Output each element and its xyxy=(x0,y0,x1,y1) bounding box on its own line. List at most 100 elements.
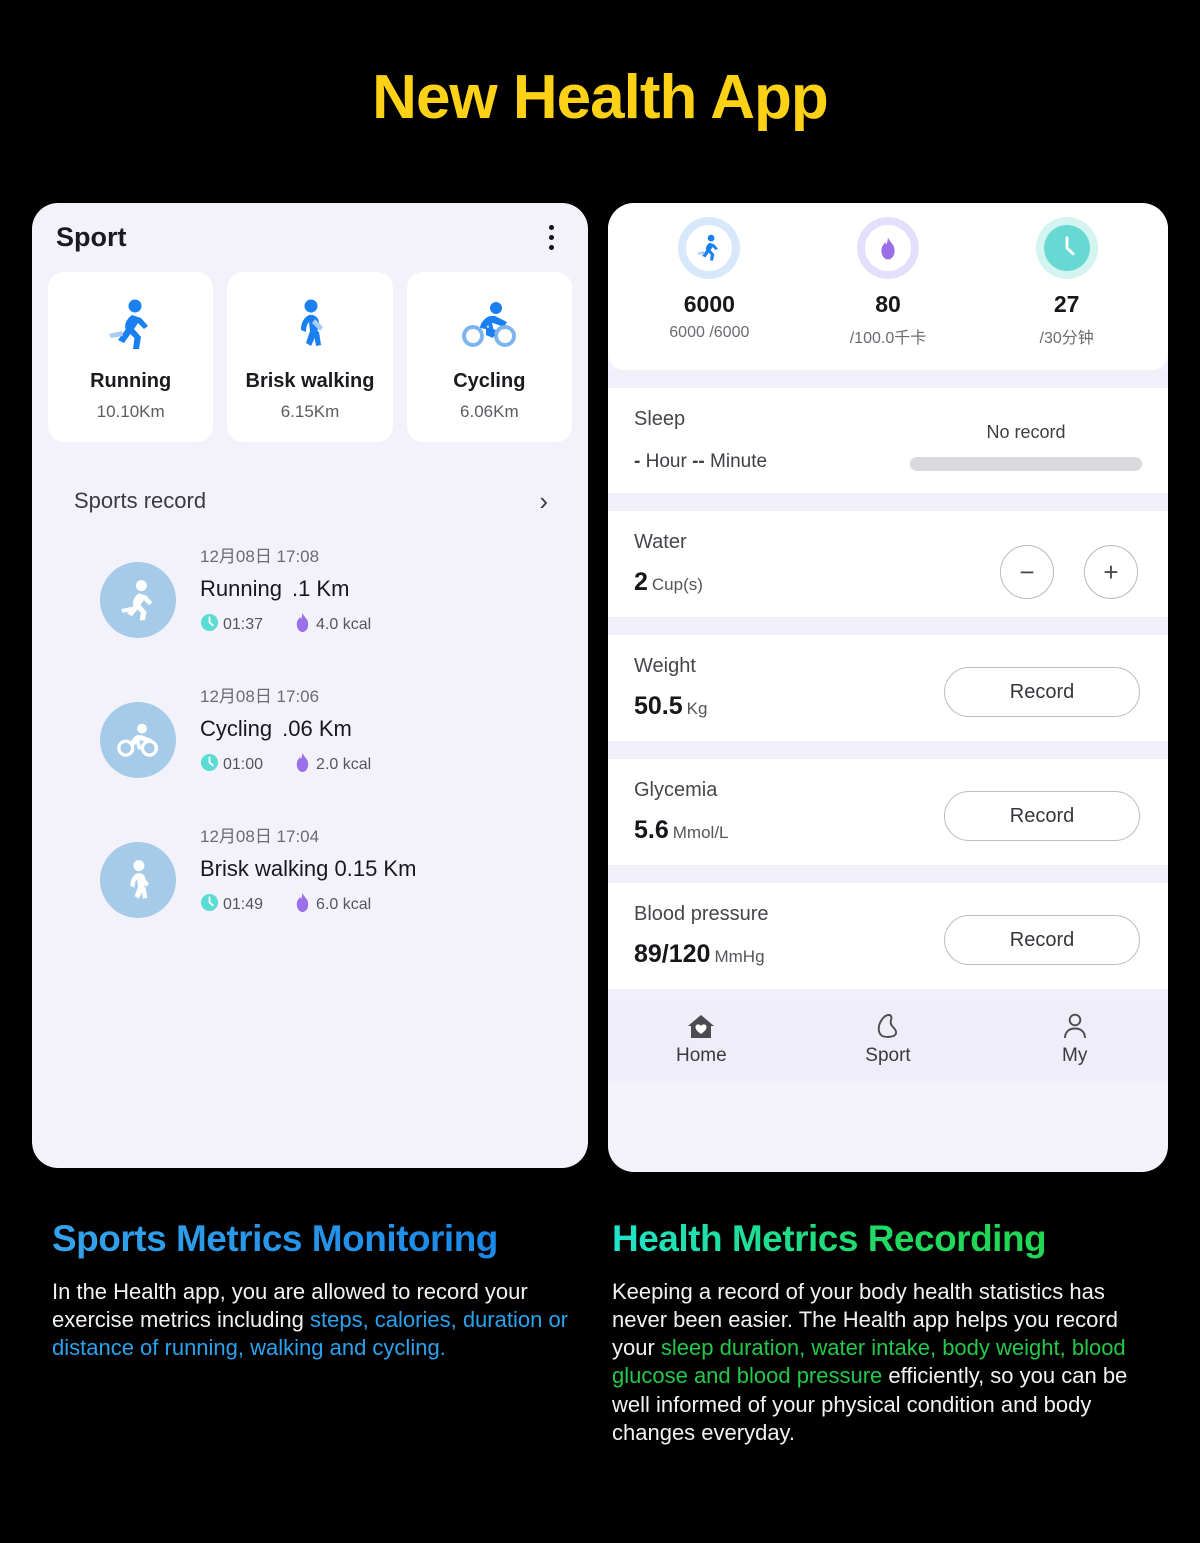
record-row[interactable]: 12月08日 17:04 Brisk walking 0.15 Km 01:49 xyxy=(32,820,588,918)
sleep-label: Sleep xyxy=(634,408,686,430)
weight-record-button[interactable]: Record xyxy=(944,667,1140,717)
stat-duration[interactable]: 27 /30分钟 xyxy=(978,217,1155,348)
running-icon xyxy=(100,562,176,638)
chevron-right-icon[interactable]: › xyxy=(539,488,548,514)
sleep-minutes-unit: Minute xyxy=(710,451,768,472)
calories-goal: /100.0千卡 xyxy=(849,330,927,347)
record-activity: Running xyxy=(200,576,282,601)
record-body: 12月08日 17:04 Brisk walking 0.15 Km 01:49 xyxy=(200,820,416,918)
activity-distance: 6.06Km xyxy=(460,402,519,421)
record-date: 12月08日 17:06 xyxy=(200,687,320,706)
sleep-minutes-value: -- xyxy=(692,451,705,472)
weight-unit: Kg xyxy=(686,699,708,718)
record-duration: 01:37 xyxy=(223,615,264,633)
duration-goal: /30分钟 xyxy=(1039,330,1094,347)
record-activity: Brisk walking 0.15 Km xyxy=(200,856,417,881)
clock-icon xyxy=(1043,225,1090,271)
record-row[interactable]: 12月08日 17:06 Cycling .06 Km 01:00 2.0 kc… xyxy=(32,680,588,778)
blood-pressure-card[interactable]: Blood pressure 89/120 MmHg Record xyxy=(608,883,1168,989)
running-icon xyxy=(686,225,733,271)
record-date: 12月08日 17:04 xyxy=(200,827,320,846)
sport-app-title: Sport xyxy=(56,222,127,252)
duration-value: 27 xyxy=(1053,291,1080,317)
record-duration-stat: 01:49 xyxy=(200,893,263,917)
record-calories-stat: 6.0 kcal xyxy=(293,892,371,918)
section-divider xyxy=(608,865,1168,883)
sleep-duration: - Hour -- Minute xyxy=(634,451,767,473)
section-divider xyxy=(608,617,1168,635)
nav-item-home[interactable]: Home xyxy=(608,1009,795,1067)
nav-item-my[interactable]: My xyxy=(981,1009,1168,1067)
record-activity: Cycling xyxy=(200,716,273,741)
nav-item-sport[interactable]: Sport xyxy=(795,1009,982,1067)
activity-card-cycling[interactable]: Cycling 6.06Km xyxy=(406,272,572,442)
steps-goal: 6000 /6000 xyxy=(669,324,750,341)
clock-icon xyxy=(200,893,219,917)
water-increment-button[interactable]: + xyxy=(1084,545,1138,599)
section-body: Keeping a record of your body health sta… xyxy=(612,1278,1132,1447)
sport-header: Sport xyxy=(32,203,588,268)
glycemia-value: 5.6 xyxy=(634,816,669,844)
water-card[interactable]: Water 2 Cup(s) − + xyxy=(608,511,1168,617)
sports-record-header[interactable]: Sports record › xyxy=(32,442,588,514)
running-icon xyxy=(108,294,154,356)
sleep-progress-bar xyxy=(910,457,1142,471)
poster-root: New Health App Sport Running 10.10Km Bri… xyxy=(0,0,1200,1543)
record-distance: .06 Km xyxy=(282,716,352,741)
flame-icon xyxy=(293,612,312,638)
record-calories: 4.0 kcal xyxy=(316,615,372,633)
person-icon xyxy=(981,1009,1168,1043)
section-divider xyxy=(608,741,1168,759)
sports-record-label: Sports record xyxy=(74,488,207,513)
section-health-metrics: Health Metrics Recording Keeping a recor… xyxy=(612,1218,1132,1447)
duration-ring xyxy=(1035,217,1098,279)
stat-calories[interactable]: 80 /100.0千卡 xyxy=(800,217,977,348)
section-title: Health Metrics Recording xyxy=(612,1218,1132,1260)
activity-card-running[interactable]: Running 10.10Km xyxy=(48,272,214,442)
bottom-nav: Home Sport My xyxy=(608,999,1168,1081)
section-body: In the Health app, you are allowed to re… xyxy=(52,1278,592,1362)
record-row[interactable]: 12月08日 17:08 Running .1 Km 01:37 4.0 kca… xyxy=(32,540,588,638)
kebab-menu-icon[interactable] xyxy=(539,221,564,254)
record-calories: 6.0 kcal xyxy=(316,895,372,913)
nav-label: Home xyxy=(675,1045,727,1066)
nav-label: My xyxy=(1062,1045,1088,1066)
blood-pressure-unit: MmHg xyxy=(714,947,765,966)
sleep-left: Sleep - Hour -- Minute xyxy=(634,408,767,473)
sleep-right: No record xyxy=(910,422,1142,473)
sleep-hours-value: - xyxy=(634,451,641,472)
weight-card[interactable]: Weight 50.5 Kg Record xyxy=(608,635,1168,741)
activity-card-walking[interactable]: Brisk walking 6.15Km xyxy=(227,272,393,442)
stat-steps[interactable]: 6000 6000 /6000 xyxy=(621,217,798,348)
water-decrement-button[interactable]: − xyxy=(1000,545,1054,599)
home-heart-icon xyxy=(608,1009,795,1043)
record-title: Cycling .06 Km xyxy=(200,715,371,743)
sleep-hours-unit: Hour xyxy=(645,451,687,472)
record-duration: 01:49 xyxy=(223,895,264,913)
section-title: Sports Metrics Monitoring xyxy=(52,1218,592,1260)
cycling-icon xyxy=(462,294,517,356)
walking-icon xyxy=(100,842,176,918)
record-calories-stat: 4.0 kcal xyxy=(293,612,371,638)
blood-pressure-record-button[interactable]: Record xyxy=(944,915,1140,965)
record-distance: .1 Km xyxy=(291,576,350,601)
record-stats: 01:49 6.0 kcal xyxy=(200,892,416,918)
sports-record-list: 12月08日 17:08 Running .1 Km 01:37 4.0 kca… xyxy=(32,514,588,918)
activity-name: Running xyxy=(90,370,172,392)
activity-name: Brisk walking xyxy=(245,370,375,392)
activity-name: Cycling xyxy=(453,370,526,392)
glycemia-card[interactable]: Glycemia 5.6 Mmol/L Record xyxy=(608,759,1168,865)
record-duration-stat: 01:37 xyxy=(200,613,263,637)
glycemia-record-button[interactable]: Record xyxy=(944,791,1140,841)
water-unit: Cup(s) xyxy=(651,575,703,594)
section-divider xyxy=(608,493,1168,511)
record-body: 12月08日 17:06 Cycling .06 Km 01:00 2.0 kc… xyxy=(200,680,371,778)
sleep-status: No record xyxy=(986,422,1066,442)
nav-label: Sport xyxy=(865,1045,911,1066)
water-value: 2 xyxy=(634,568,648,596)
daily-goal-summary: 6000 6000 /6000 80 /100.0千卡 27 /30分钟 xyxy=(608,203,1168,370)
walking-icon xyxy=(290,294,330,356)
record-stats: 01:00 2.0 kcal xyxy=(200,752,371,778)
record-title: Brisk walking 0.15 Km xyxy=(200,855,416,883)
sleep-card[interactable]: Sleep - Hour -- Minute No record xyxy=(608,388,1168,493)
